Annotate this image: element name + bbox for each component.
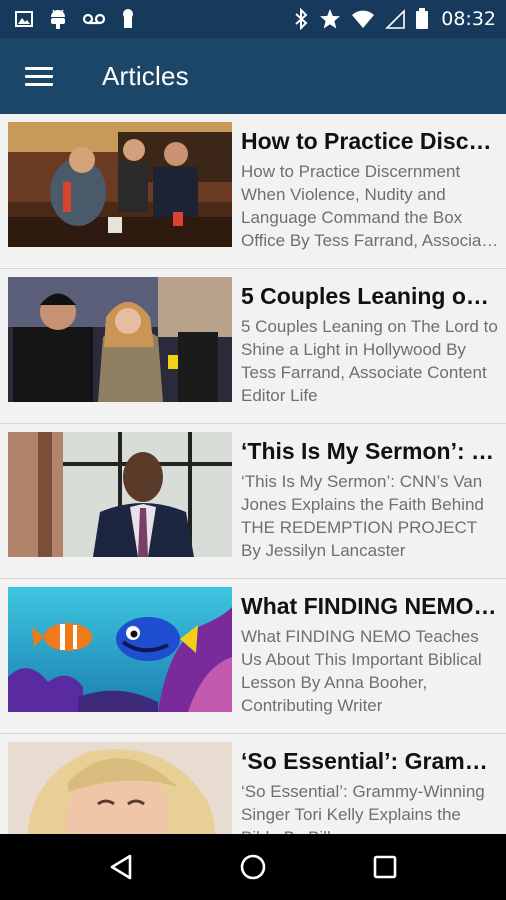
article-text: ‘So Essential’: Grammy-Winning Singer To… <box>241 746 499 834</box>
bluetooth-icon <box>293 8 309 30</box>
article-title: ‘So Essential’: Grammy-Winning Singer To… <box>241 748 499 774</box>
signal-icon <box>385 9 406 29</box>
home-icon <box>240 854 266 880</box>
article-list[interactable]: How to Practice Discernment When Violenc… <box>0 114 506 834</box>
menu-button[interactable] <box>0 38 80 114</box>
article-description: ‘This Is My Sermon’: CNN’s Van Jones Exp… <box>241 472 484 560</box>
status-left <box>14 8 136 30</box>
bar-scene-photo <box>8 122 232 247</box>
article-title: 5 Couples Leaning on The Lord to Shine a… <box>241 283 499 309</box>
back-icon <box>110 854 132 880</box>
keyhole-icon <box>120 8 136 30</box>
article-item[interactable]: ‘This Is My Sermon’: CNN’s Van Jones Exp… <box>0 424 506 579</box>
page-title: Articles <box>102 60 189 91</box>
star-icon <box>319 8 341 30</box>
back-button[interactable] <box>91 837 151 897</box>
app-bar: Articles <box>0 38 506 114</box>
android-icon <box>48 8 68 30</box>
image-icon <box>14 9 34 29</box>
article-title: ‘This Is My Sermon’: CNN’s Van Jones Exp… <box>241 438 499 464</box>
home-button[interactable] <box>223 837 283 897</box>
status-bar: 08:32 <box>0 0 506 38</box>
article-item[interactable]: What FINDING NEMO Teaches Us About This … <box>0 579 506 734</box>
article-title: How to Practice Discernment When Violenc… <box>241 128 499 154</box>
article-text: 5 Couples Leaning on The Lord to Shine a… <box>241 281 499 407</box>
article-description: 5 Couples Leaning on The Lord to Shine a… <box>241 317 498 405</box>
man-in-suit-photo <box>8 432 232 557</box>
voicemail-icon <box>82 12 106 26</box>
red-carpet-couple-photo <box>8 277 232 402</box>
article-text: ‘This Is My Sermon’: CNN’s Van Jones Exp… <box>241 436 499 562</box>
article-item[interactable]: ‘So Essential’: Grammy-Winning Singer To… <box>0 734 506 834</box>
recents-icon <box>373 855 397 879</box>
article-description: What FINDING NEMO Teaches Us About This … <box>241 627 482 715</box>
blonde-singer-photo <box>8 742 232 834</box>
battery-icon <box>415 8 429 30</box>
finding-nemo-photo <box>8 587 232 712</box>
article-text: What FINDING NEMO Teaches Us About This … <box>241 591 499 717</box>
article-title: What FINDING NEMO Teaches Us About This … <box>241 593 499 619</box>
status-clock: 08:32 <box>441 8 496 30</box>
article-description: ‘So Essential’: Grammy-Winning Singer To… <box>241 782 485 834</box>
menu-icon <box>25 62 53 91</box>
article-description: How to Practice Discernment When Violenc… <box>241 162 496 250</box>
article-text: How to Practice Discernment When Violenc… <box>241 126 499 252</box>
system-nav-bar <box>0 834 506 900</box>
wifi-icon <box>351 9 375 29</box>
recents-button[interactable] <box>355 837 415 897</box>
article-item[interactable]: How to Practice Discernment When Violenc… <box>0 114 506 269</box>
status-right: 08:32 <box>293 8 496 30</box>
article-item[interactable]: 5 Couples Leaning on The Lord to Shine a… <box>0 269 506 424</box>
